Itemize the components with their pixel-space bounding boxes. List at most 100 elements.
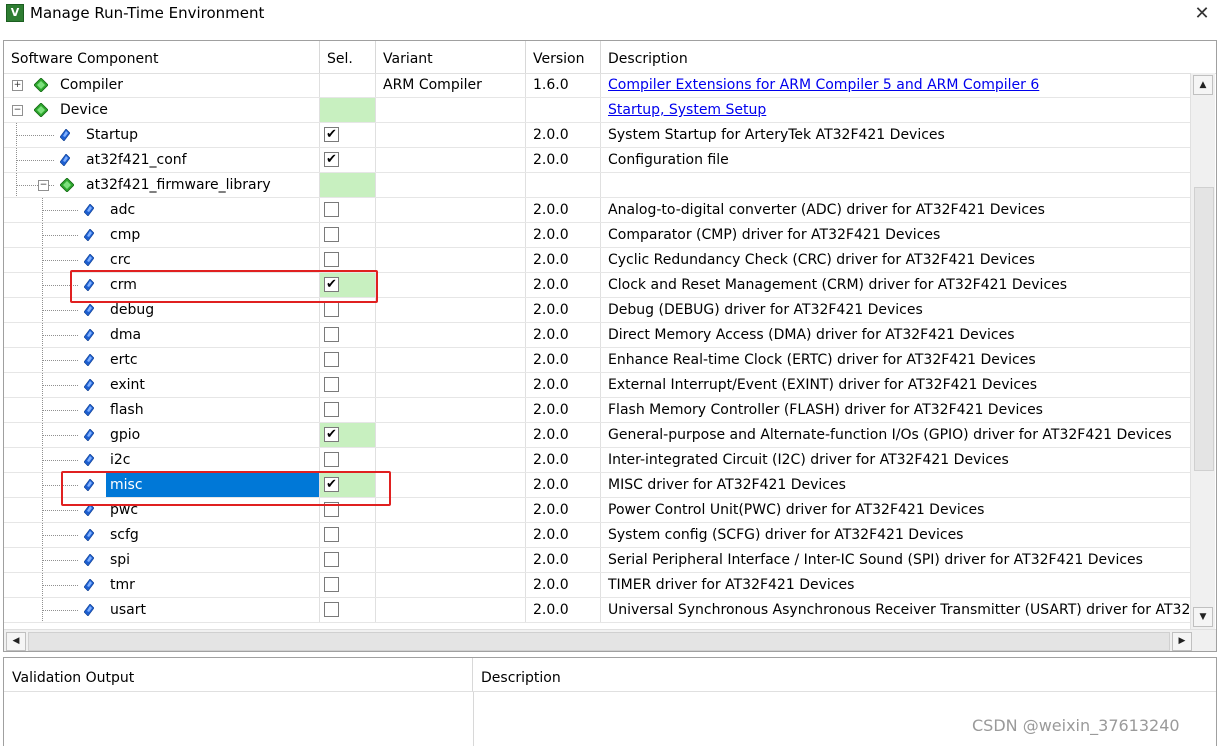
table-row[interactable]: flash 2.0.0 Flash Memory Controller (FLASH… xyxy=(4,398,1190,423)
table-row[interactable]: ertc 2.0.0 Enhance Real-time Clock (ERTC) … xyxy=(4,348,1190,373)
select-checkbox[interactable] xyxy=(324,227,339,242)
component-name[interactable]: crc xyxy=(106,248,135,272)
component-name[interactable]: at32f421_conf xyxy=(82,148,191,172)
expand-icon[interactable]: + xyxy=(12,80,23,91)
table-row[interactable]: spi 2.0.0 Serial Peripheral Interface / In… xyxy=(4,548,1190,573)
scroll-down-icon[interactable]: ▼ xyxy=(1193,607,1213,627)
description-link[interactable]: Startup, System Setup xyxy=(608,102,766,118)
select-checkbox[interactable] xyxy=(324,452,339,467)
component-name[interactable]: at32f421_firmware_library xyxy=(82,173,275,197)
component-name[interactable]: dma xyxy=(106,323,145,347)
component-name[interactable]: scfg xyxy=(106,523,143,547)
close-icon[interactable]: ✕ xyxy=(1186,0,1218,28)
description-cell: MISC driver for AT32F421 Devices xyxy=(601,473,1190,497)
select-checkbox[interactable]: ✔ xyxy=(324,277,339,292)
column-header-version[interactable]: Version xyxy=(526,41,601,73)
scroll-right-icon[interactable]: ▶ xyxy=(1172,632,1192,651)
description-cell: Startup, System Setup xyxy=(601,98,1190,122)
table-row[interactable]: i2c 2.0.0 Inter-integrated Circuit (I2C) d… xyxy=(4,448,1190,473)
description-cell: TIMER driver for AT32F421 Devices xyxy=(601,573,1190,597)
column-header-component[interactable]: Software Component xyxy=(4,41,320,73)
validation-output-header: Validation Output xyxy=(4,658,473,692)
collapse-icon[interactable]: − xyxy=(38,180,49,191)
version-cell: 2.0.0 xyxy=(526,398,601,422)
select-checkbox[interactable]: ✔ xyxy=(324,477,339,492)
table-row[interactable]: misc ✔ 2.0.0 MISC driver for AT32F421 Devic… xyxy=(4,473,1190,498)
hscroll-thumb[interactable] xyxy=(28,632,1170,651)
select-checkbox[interactable] xyxy=(324,252,339,267)
table-row[interactable]: debug 2.0.0 Debug (DEBUG) driver for AT32F… xyxy=(4,298,1190,323)
column-header-description[interactable]: Description xyxy=(601,41,1216,73)
table-row[interactable]: adc 2.0.0 Analog-to-digital converter (ADC… xyxy=(4,198,1190,223)
table-row[interactable]: cmp 2.0.0 Comparator (CMP) driver for AT32… xyxy=(4,223,1190,248)
horizontal-scrollbar[interactable]: ◀ ▶ xyxy=(4,629,1216,651)
version-cell: 2.0.0 xyxy=(526,373,601,397)
component-name[interactable]: Device xyxy=(56,98,112,122)
select-checkbox[interactable]: ✔ xyxy=(324,127,339,142)
select-checkbox[interactable] xyxy=(324,577,339,592)
table-row[interactable]: scfg 2.0.0 System config (SCFG) driver for… xyxy=(4,523,1190,548)
table-row[interactable]: pwc 2.0.0 Power Control Unit(PWC) driver f… xyxy=(4,498,1190,523)
component-name[interactable]: flash xyxy=(106,398,148,422)
component-name[interactable]: ertc xyxy=(106,348,142,372)
version-cell xyxy=(526,98,601,122)
table-row[interactable]: usart 2.0.0 Universal Synchronous Asynchro… xyxy=(4,598,1190,623)
variant-cell xyxy=(376,298,526,322)
select-checkbox[interactable] xyxy=(324,327,339,342)
description-cell: Configuration file xyxy=(601,148,1190,172)
component-name[interactable]: spi xyxy=(106,548,134,572)
table-row[interactable]: Startup ✔ 2.0.0 System Startup for ArteryTe… xyxy=(4,123,1190,148)
column-header-sel[interactable]: Sel. xyxy=(320,41,376,73)
select-checkbox[interactable] xyxy=(324,502,339,517)
variant-cell xyxy=(376,373,526,397)
table-row[interactable]: dma 2.0.0 Direct Memory Access (DMA) drive… xyxy=(4,323,1190,348)
component-cell: exint xyxy=(4,373,320,397)
select-checkbox[interactable] xyxy=(324,202,339,217)
select-checkbox[interactable] xyxy=(324,302,339,317)
scroll-up-icon[interactable]: ▲ xyxy=(1193,75,1213,95)
select-checkbox[interactable] xyxy=(324,552,339,567)
component-name[interactable]: cmp xyxy=(106,223,144,247)
select-checkbox[interactable] xyxy=(324,602,339,617)
table-row[interactable]: − Device Startup, System Setup xyxy=(4,98,1190,123)
sel-cell xyxy=(320,548,376,572)
component-name[interactable]: tmr xyxy=(106,573,139,597)
scroll-left-icon[interactable]: ◀ xyxy=(6,632,26,651)
select-checkbox[interactable] xyxy=(324,377,339,392)
component-cell: dma xyxy=(4,323,320,347)
component-name[interactable]: Compiler xyxy=(56,73,127,97)
description-text: System config (SCFG) driver for AT32F421… xyxy=(608,527,964,543)
component-name[interactable]: adc xyxy=(106,198,139,222)
tree-connector xyxy=(16,135,54,136)
column-header-variant[interactable]: Variant xyxy=(376,41,526,73)
table-row[interactable]: tmr 2.0.0 TIMER driver for AT32F421 Device… xyxy=(4,573,1190,598)
component-name[interactable]: Startup xyxy=(82,123,142,147)
select-checkbox[interactable]: ✔ xyxy=(324,152,339,167)
table-row[interactable]: + Compiler ARM Compiler 1.6.0 Compiler Exten… xyxy=(4,73,1190,98)
variant-cell[interactable]: ARM Compiler xyxy=(376,73,526,97)
table-row[interactable]: exint 2.0.0 External Interrupt/Event (EXIN… xyxy=(4,373,1190,398)
component-name[interactable]: usart xyxy=(106,598,150,622)
component-name[interactable]: exint xyxy=(106,373,149,397)
scroll-thumb[interactable] xyxy=(1194,187,1214,471)
component-name[interactable]: i2c xyxy=(106,448,135,472)
description-link[interactable]: Compiler Extensions for ARM Compiler 5 a… xyxy=(608,77,1039,93)
sel-cell xyxy=(320,198,376,222)
select-checkbox[interactable] xyxy=(324,527,339,542)
component-name[interactable]: misc xyxy=(106,473,319,497)
table-row[interactable]: − at32f421_firmware_library xyxy=(4,173,1190,198)
vertical-scrollbar[interactable]: ▲ ▼ xyxy=(1190,73,1215,629)
component-name[interactable]: gpio xyxy=(106,423,144,447)
component-name[interactable]: crm xyxy=(106,273,141,297)
table-row[interactable]: crm ✔ 2.0.0 Clock and Reset Management (CRM… xyxy=(4,273,1190,298)
select-checkbox[interactable] xyxy=(324,352,339,367)
table-row[interactable]: crc 2.0.0 Cyclic Redundancy Check (CRC) dr… xyxy=(4,248,1190,273)
component-name[interactable]: pwc xyxy=(106,498,142,522)
table-row[interactable]: at32f421_conf ✔ 2.0.0 Configuration file xyxy=(4,148,1190,173)
component-name[interactable]: debug xyxy=(106,298,158,322)
collapse-icon[interactable]: − xyxy=(12,105,23,116)
description-cell: System config (SCFG) driver for AT32F421… xyxy=(601,523,1190,547)
table-row[interactable]: gpio ✔ 2.0.0 General-purpose and Alternate-… xyxy=(4,423,1190,448)
select-checkbox[interactable] xyxy=(324,402,339,417)
select-checkbox[interactable]: ✔ xyxy=(324,427,339,442)
